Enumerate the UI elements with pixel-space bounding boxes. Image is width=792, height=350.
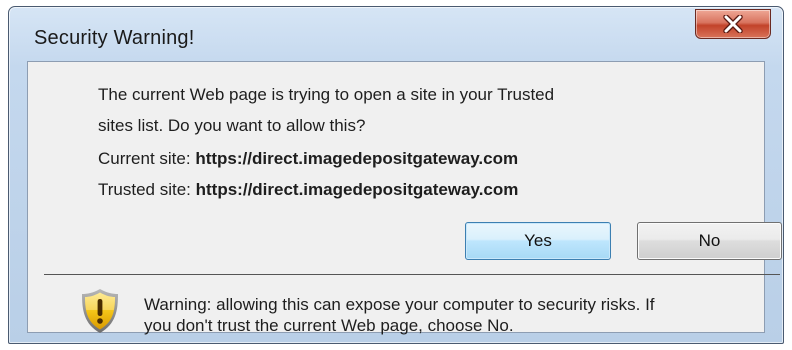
close-icon [723, 15, 743, 33]
current-site-url: https://direct.imagedepositgateway.com [195, 149, 519, 168]
no-button[interactable]: No [637, 222, 782, 260]
title-bar[interactable]: Security Warning! [9, 7, 783, 61]
warning-shield-icon [82, 289, 118, 333]
warning-line-2: you don't trust the current Web page, ch… [144, 316, 514, 335]
current-site-row: Current site: https://direct.imagedeposi… [98, 149, 518, 169]
warning-line-1: Warning: allowing this can expose your c… [144, 295, 655, 314]
trusted-site-url: https://direct.imagedepositgateway.com [195, 180, 519, 199]
trusted-site-label: Trusted site: [98, 180, 196, 199]
dialog-content: The current Web page is trying to open a… [27, 61, 782, 335]
message-line-2: sites list. Do you want to allow this? [98, 116, 366, 135]
yes-button[interactable]: Yes [465, 222, 611, 260]
trusted-site-row: Trusted site: https://direct.imagedeposi… [98, 180, 518, 200]
security-warning-dialog: Security Warning! The current Web page i… [8, 6, 784, 344]
close-button[interactable] [695, 9, 771, 39]
message-line-1: The current Web page is trying to open a… [98, 85, 555, 104]
divider [44, 274, 780, 275]
current-site-label: Current site: [98, 149, 196, 168]
dialog-title: Security Warning! [34, 27, 195, 49]
